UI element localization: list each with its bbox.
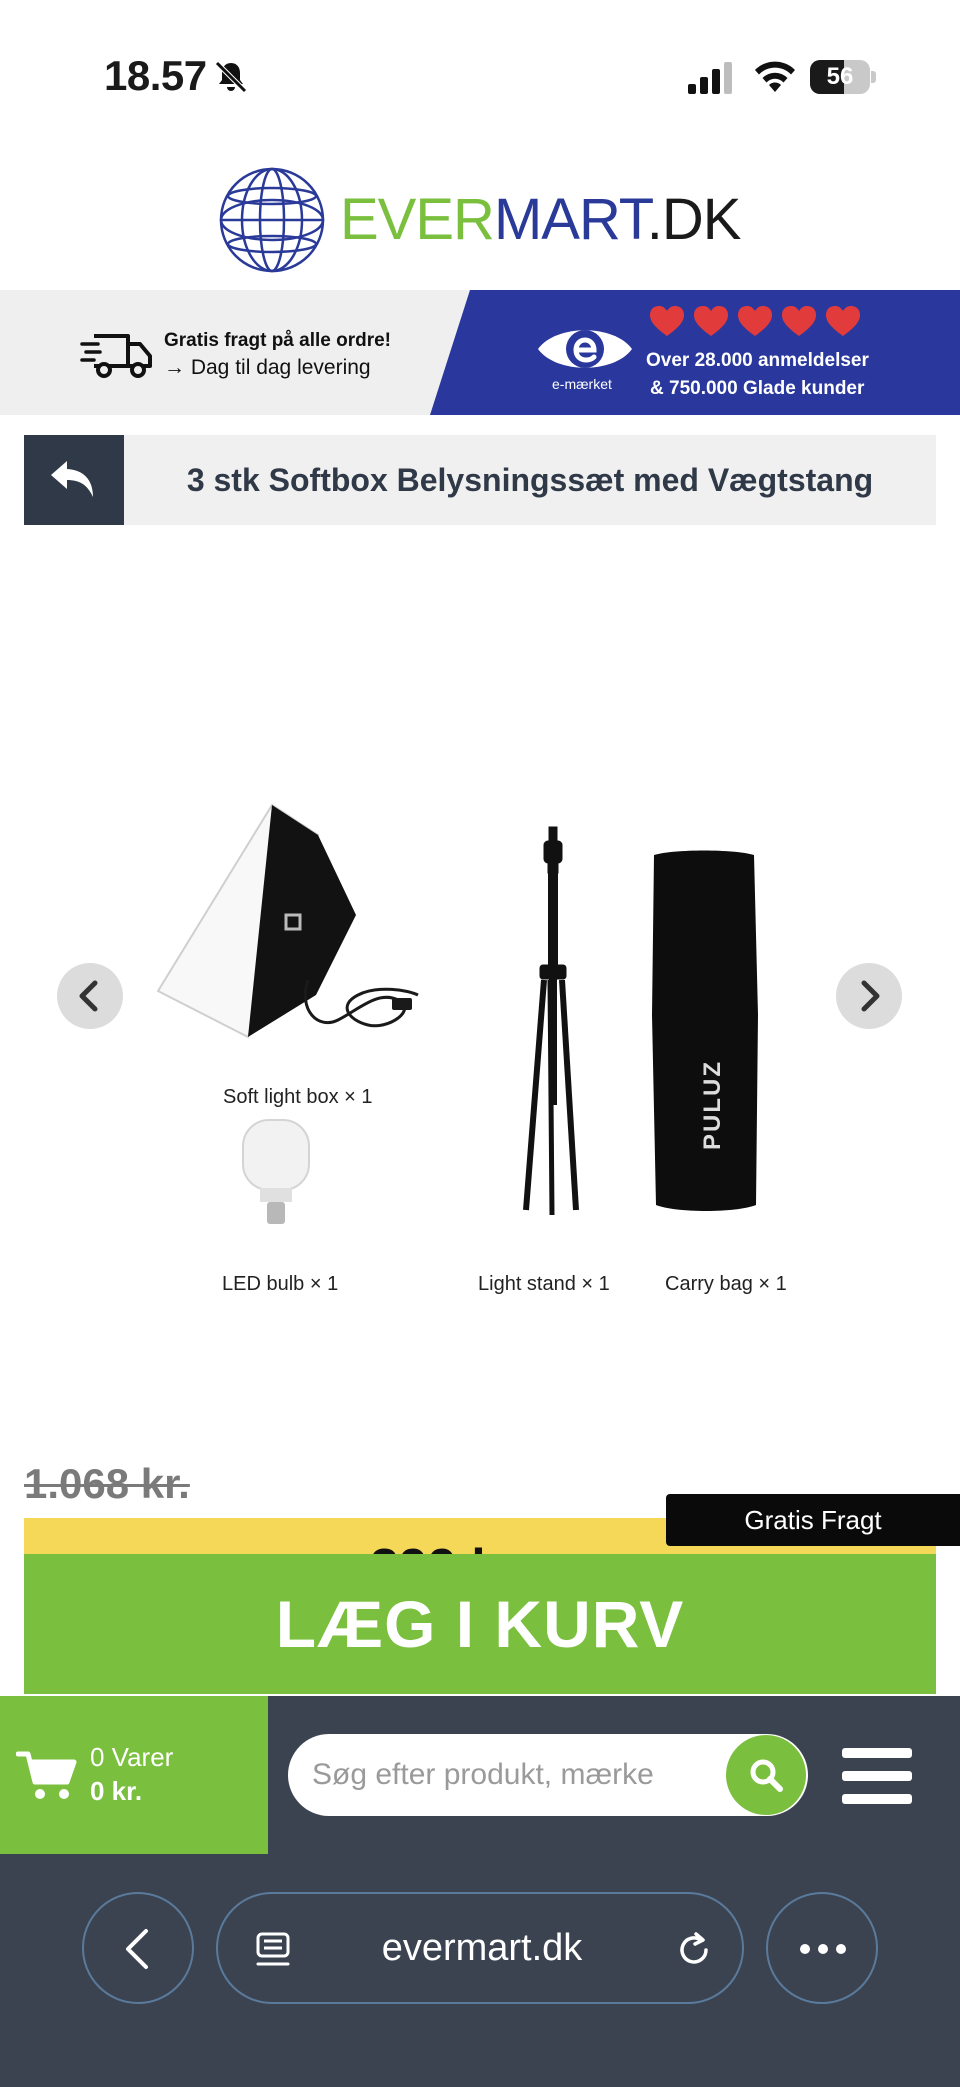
product-title-bar: 3 stk Softbox Belysningssæt med Vægtstan… bbox=[24, 435, 936, 525]
caption-led-bulb: LED bulb × 1 bbox=[222, 1273, 339, 1295]
browser-toolbar: evermart.dk bbox=[0, 1854, 960, 2087]
logo-dk: .DK bbox=[646, 187, 742, 252]
svg-text:PULUZ: PULUZ bbox=[699, 1060, 726, 1150]
promo-banner: Gratis fragt på alle ordre! → Dag til da… bbox=[0, 290, 960, 415]
heart-icon bbox=[826, 306, 860, 336]
search-button[interactable] bbox=[726, 1735, 806, 1815]
shipping-title: Gratis fragt på alle ordre! bbox=[164, 330, 392, 351]
url-text: evermart.dk bbox=[381, 1927, 583, 1969]
shopping-cart-icon bbox=[16, 1751, 77, 1799]
battery-level: 56 bbox=[826, 63, 854, 90]
chevron-left-icon bbox=[79, 980, 98, 1012]
logo-mart: MART bbox=[493, 187, 648, 252]
cellular-signal-icon bbox=[688, 62, 732, 94]
product-gallery: PULUZ Soft light box × 1 LED bulb × 1 Li… bbox=[0, 540, 960, 1380]
emarket-eye-icon[interactable] bbox=[536, 320, 634, 378]
back-button[interactable] bbox=[24, 435, 124, 525]
product-image[interactable]: PULUZ bbox=[140, 775, 820, 1335]
emarket-label: e-mærket bbox=[552, 376, 612, 392]
browser-back-button[interactable] bbox=[82, 1892, 194, 2004]
wifi-icon bbox=[755, 61, 795, 92]
gallery-next-button[interactable] bbox=[836, 963, 902, 1029]
chevron-right-icon bbox=[861, 980, 880, 1012]
cart-button[interactable]: 0 Varer 0 kr. bbox=[0, 1696, 268, 1854]
status-bar: 18.57 56 bbox=[0, 0, 960, 155]
status-time: 18.57 bbox=[104, 52, 207, 99]
chevron-left-icon bbox=[126, 1929, 148, 1969]
cart-total: 0 kr. bbox=[90, 1776, 143, 1806]
globe-logo-icon bbox=[219, 167, 325, 273]
bell-muted-icon bbox=[215, 61, 247, 93]
heart-icon bbox=[738, 306, 772, 336]
search-input[interactable] bbox=[312, 1734, 712, 1816]
add-to-cart-button[interactable]: LÆG I KURV bbox=[24, 1554, 936, 1694]
logo-ever: EVER bbox=[340, 187, 495, 252]
heart-icon bbox=[694, 306, 728, 336]
more-dots-icon bbox=[800, 1944, 846, 1954]
product-title: 3 stk Softbox Belysningssæt med Vægtstan… bbox=[186, 462, 874, 498]
address-bar[interactable]: evermart.dk bbox=[216, 1892, 744, 2004]
battery-indicator: 56 bbox=[810, 60, 876, 94]
carry-bag-illustration: PULUZ bbox=[652, 850, 758, 1211]
led-bulb-illustration bbox=[242, 1119, 310, 1224]
customers-count: & 750.000 Glade kunder bbox=[650, 378, 865, 399]
caption-softbox: Soft light box × 1 bbox=[223, 1086, 373, 1108]
heart-icon bbox=[650, 306, 684, 336]
reload-icon[interactable] bbox=[674, 1930, 714, 1970]
browser-more-button[interactable] bbox=[766, 1892, 878, 2004]
softbox-illustration bbox=[156, 803, 419, 1039]
cart-item-count: 0 Varer bbox=[90, 1742, 174, 1772]
reviews-count: Over 28.000 anmeldelser bbox=[646, 350, 869, 371]
search-icon bbox=[750, 1759, 783, 1792]
caption-light-stand: Light stand × 1 bbox=[478, 1273, 610, 1295]
shipping-subtitle: → Dag til dag levering bbox=[164, 356, 371, 379]
heart-icon bbox=[782, 306, 816, 336]
rating-hearts bbox=[648, 304, 868, 340]
light-stand-illustration bbox=[523, 826, 579, 1216]
caption-carry-bag: Carry bag × 1 bbox=[665, 1273, 787, 1295]
logo-wordmark: EVERMART.DK bbox=[340, 187, 742, 252]
back-arrow-icon bbox=[51, 461, 93, 497]
bottom-nav: 0 Varer 0 kr. bbox=[0, 1696, 960, 1854]
gallery-prev-button[interactable] bbox=[57, 963, 123, 1029]
hamburger-menu-icon[interactable] bbox=[842, 1746, 912, 1806]
delivery-truck-icon bbox=[80, 334, 152, 378]
search-bar bbox=[288, 1734, 808, 1816]
free-shipping-badge: Gratis Fragt bbox=[666, 1494, 960, 1546]
site-logo[interactable]: EVERMART.DK bbox=[0, 160, 960, 280]
old-price: 1.068 kr. bbox=[24, 1460, 190, 1507]
